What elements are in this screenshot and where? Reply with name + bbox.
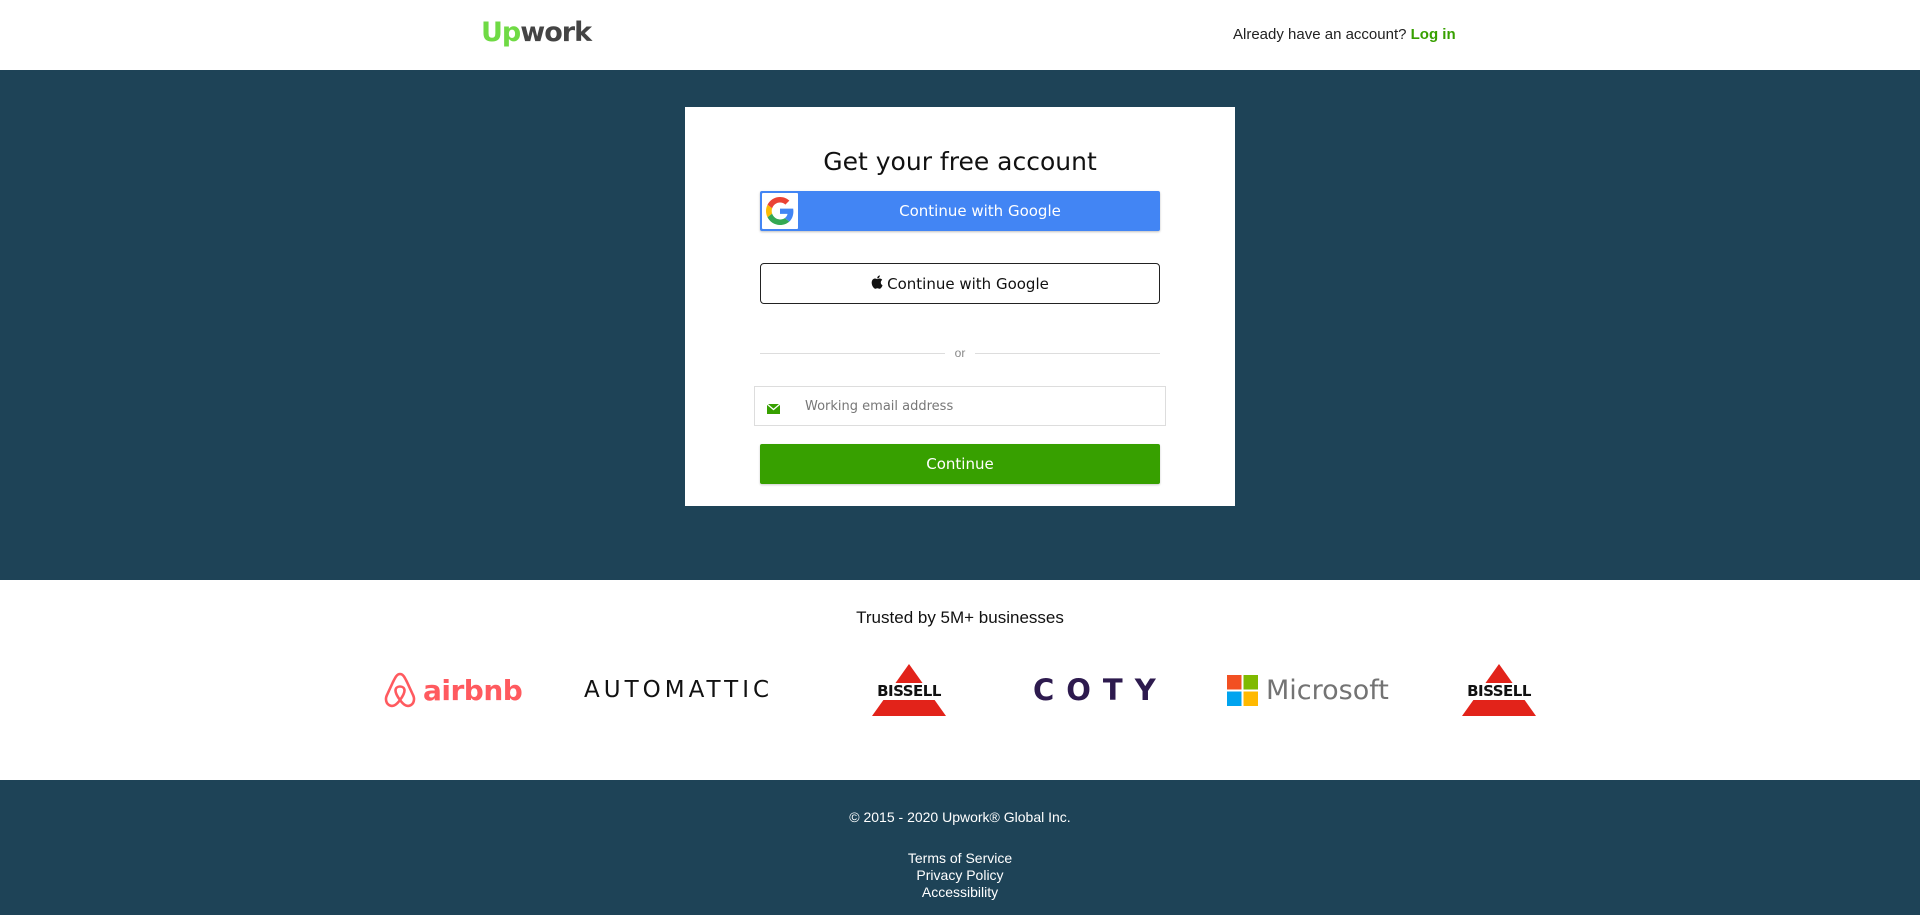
logo-up: Up <box>481 17 521 48</box>
envelope-icon <box>766 401 781 419</box>
automattic-wordmark: AUTOMATTIC <box>584 677 774 703</box>
microsoft-windows-icon <box>1227 674 1258 706</box>
apple-button-label: Continue with Google <box>887 274 1049 293</box>
site-footer: © 2015 - 2020 Upwork® Global Inc. Terms … <box>0 780 1920 915</box>
signup-card: Get your free account Continue with Goog… <box>685 107 1235 506</box>
upwork-logo[interactable]: Upwork <box>481 17 592 48</box>
continue-with-apple-button[interactable]: Continue with Google <box>760 263 1160 304</box>
privacy-policy-link[interactable]: Privacy Policy <box>0 867 1920 884</box>
terms-of-service-link[interactable]: Terms of Service <box>0 850 1920 867</box>
login-prompt-text: Already have an account? <box>1233 26 1407 43</box>
logo-work: work <box>520 17 592 48</box>
trusted-section: Trusted by 5M+ businesses airbnb AUTOMAT… <box>0 580 1920 780</box>
hero-section: Get your free account Continue with Goog… <box>0 70 1920 580</box>
continue-with-google-button[interactable]: Continue with Google <box>760 191 1160 231</box>
airbnb-belo-icon <box>384 672 416 708</box>
top-header: Upwork Already have an account? Log in <box>0 0 1920 70</box>
google-g-icon <box>762 193 798 229</box>
email-input[interactable] <box>805 387 1155 425</box>
microsoft-wordmark: Microsoft <box>1266 674 1389 706</box>
footer-links: Terms of Service Privacy Policy Accessib… <box>0 850 1920 901</box>
bissell-wordmark: BISSELL <box>870 683 948 700</box>
or-divider: or <box>760 345 1160 361</box>
automattic-logo: AUTOMATTIC <box>584 660 773 720</box>
airbnb-logo: airbnb <box>383 660 523 720</box>
bissell-logo: BISSELL <box>870 660 948 720</box>
airbnb-wordmark: airbnb <box>423 673 523 707</box>
divider-line-right <box>975 353 1160 354</box>
trusted-title: Trusted by 5M+ businesses <box>856 608 1064 627</box>
bissell-logo-2: BISSELL <box>1460 660 1538 720</box>
microsoft-logo: Microsoft <box>1227 660 1389 720</box>
apple-icon <box>871 274 883 293</box>
copyright-text: © 2015 - 2020 Upwork® Global Inc. <box>849 809 1071 825</box>
bissell-wordmark-2: BISSELL <box>1460 683 1538 700</box>
coty-logo: COTY <box>1033 660 1168 720</box>
login-link[interactable]: Log in <box>1411 26 1456 43</box>
google-button-label: Continue with Google <box>899 202 1061 220</box>
email-field[interactable] <box>754 386 1166 426</box>
client-logo-row: airbnb AUTOMATTIC BISSELL COTY Microsoft… <box>0 660 1920 720</box>
accessibility-link[interactable]: Accessibility <box>0 884 1920 901</box>
signup-title: Get your free account <box>823 147 1097 176</box>
coty-wordmark: COTY <box>1033 673 1168 707</box>
continue-button[interactable]: Continue <box>760 444 1160 484</box>
login-prompt: Already have an account? Log in <box>1233 26 1456 43</box>
